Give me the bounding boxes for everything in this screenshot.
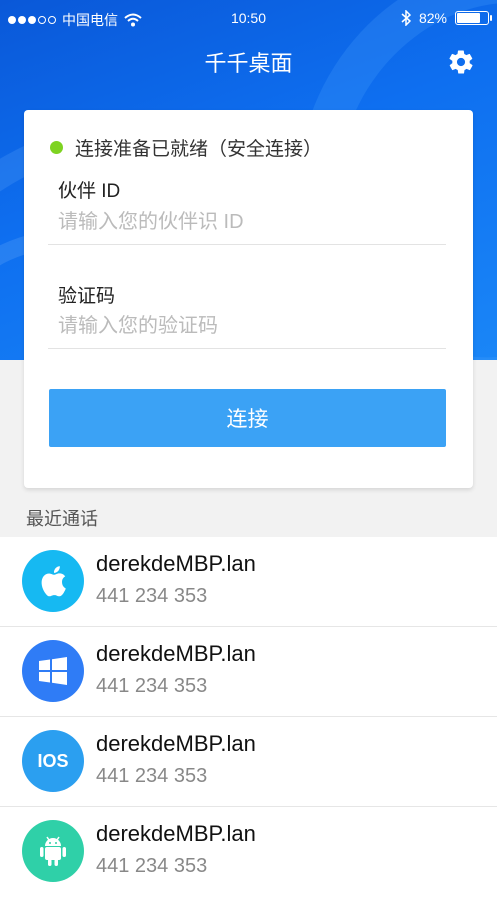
recent-calls-list: derekdeMBP.lan 441 234 353 derekdeMBP.la… xyxy=(0,537,497,897)
status-bar: 中国电信 10:50 82% xyxy=(0,0,497,38)
ios-icon-text: IOS xyxy=(37,750,69,771)
windows-icon xyxy=(22,640,84,702)
connection-status: 连接准备已就绪（安全连接） xyxy=(50,134,322,161)
verify-code-input[interactable] xyxy=(48,306,446,346)
android-icon xyxy=(22,820,84,882)
apple-icon xyxy=(22,550,84,612)
device-name: derekdeMBP.lan xyxy=(96,731,256,756)
gear-icon[interactable] xyxy=(447,48,475,76)
device-id: 441 234 353 xyxy=(96,675,208,697)
device-name: derekdeMBP.lan xyxy=(96,551,256,576)
device-name: derekdeMBP.lan xyxy=(96,821,256,846)
bluetooth-icon xyxy=(401,10,411,26)
partner-id-underline xyxy=(48,244,446,245)
verify-code-label: 验证码 xyxy=(58,286,116,307)
partner-id-input[interactable] xyxy=(48,202,446,242)
ios-icon: IOS xyxy=(22,730,84,792)
connection-card: 连接准备已就绪（安全连接） 伙伴 ID 验证码 连接 xyxy=(24,110,473,488)
status-indicator-dot xyxy=(50,141,63,154)
battery-percent: 82% xyxy=(418,10,447,26)
partner-id-label: 伙伴 ID xyxy=(58,181,121,202)
device-name: derekdeMBP.lan xyxy=(96,641,256,666)
connect-button[interactable]: 连接 xyxy=(49,389,446,447)
list-item[interactable]: derekdeMBP.lan 441 234 353 xyxy=(0,807,497,897)
verify-code-underline xyxy=(48,348,446,349)
list-item[interactable]: IOS derekdeMBP.lan 441 234 353 xyxy=(0,717,497,807)
device-id: 441 234 353 xyxy=(96,585,208,607)
device-id: 441 234 353 xyxy=(96,765,208,787)
list-item[interactable]: derekdeMBP.lan 441 234 353 xyxy=(0,537,497,627)
connection-status-text: 连接准备已就绪（安全连接） xyxy=(75,139,323,160)
list-item[interactable]: derekdeMBP.lan 441 234 353 xyxy=(0,627,497,717)
recent-calls-title: 最近通话 xyxy=(26,509,98,529)
device-id: 441 234 353 xyxy=(96,855,208,877)
page-title: 千千桌面 xyxy=(204,51,293,76)
battery-icon xyxy=(455,11,492,25)
